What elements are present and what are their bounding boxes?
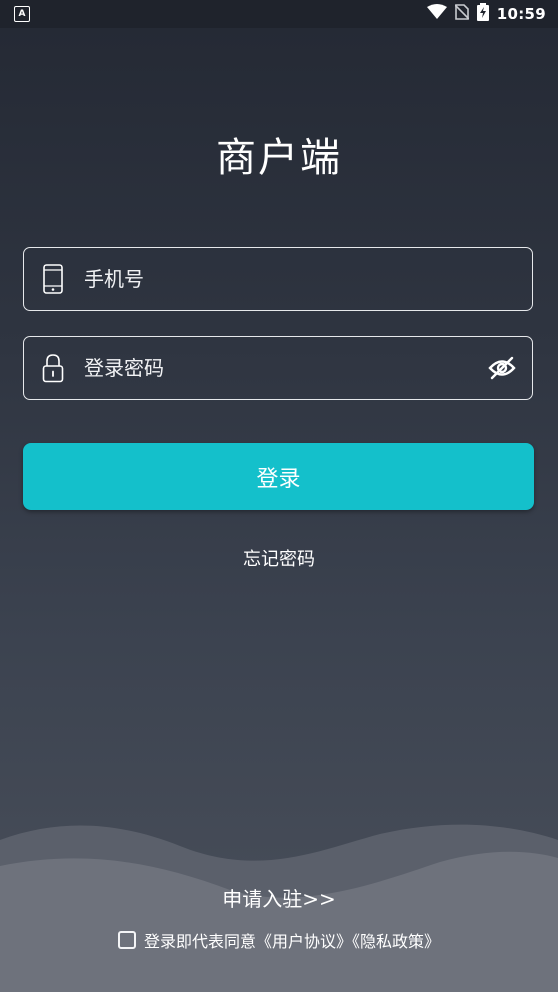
phone-field[interactable] bbox=[23, 247, 533, 311]
status-clock: 10:59 bbox=[496, 5, 546, 23]
battery-charging-icon bbox=[476, 3, 489, 25]
status-bar: A 10:59 bbox=[0, 0, 558, 28]
agreement-row: 登录即代表同意《用户协议》《隐私政策》 bbox=[0, 928, 558, 952]
lock-icon bbox=[24, 337, 82, 399]
password-input[interactable] bbox=[82, 356, 472, 380]
agreement-checkbox[interactable] bbox=[117, 931, 136, 949]
apply-entry-link[interactable]: 申请入驻>> bbox=[0, 883, 558, 912]
phone-icon bbox=[24, 248, 82, 310]
no-sim-icon bbox=[454, 4, 470, 24]
forgot-password-link[interactable]: 忘记密码 bbox=[0, 545, 558, 571]
app-notification-icon: A bbox=[14, 6, 30, 22]
phone-input[interactable] bbox=[82, 267, 532, 291]
login-button[interactable]: 登录 bbox=[23, 443, 534, 510]
password-field[interactable] bbox=[23, 336, 533, 400]
eye-off-icon[interactable] bbox=[472, 337, 532, 399]
page-title: 商户端 bbox=[216, 135, 342, 181]
agreement-text[interactable]: 登录即代表同意《用户协议》《隐私政策》 bbox=[144, 928, 440, 952]
wifi-icon bbox=[426, 4, 447, 24]
